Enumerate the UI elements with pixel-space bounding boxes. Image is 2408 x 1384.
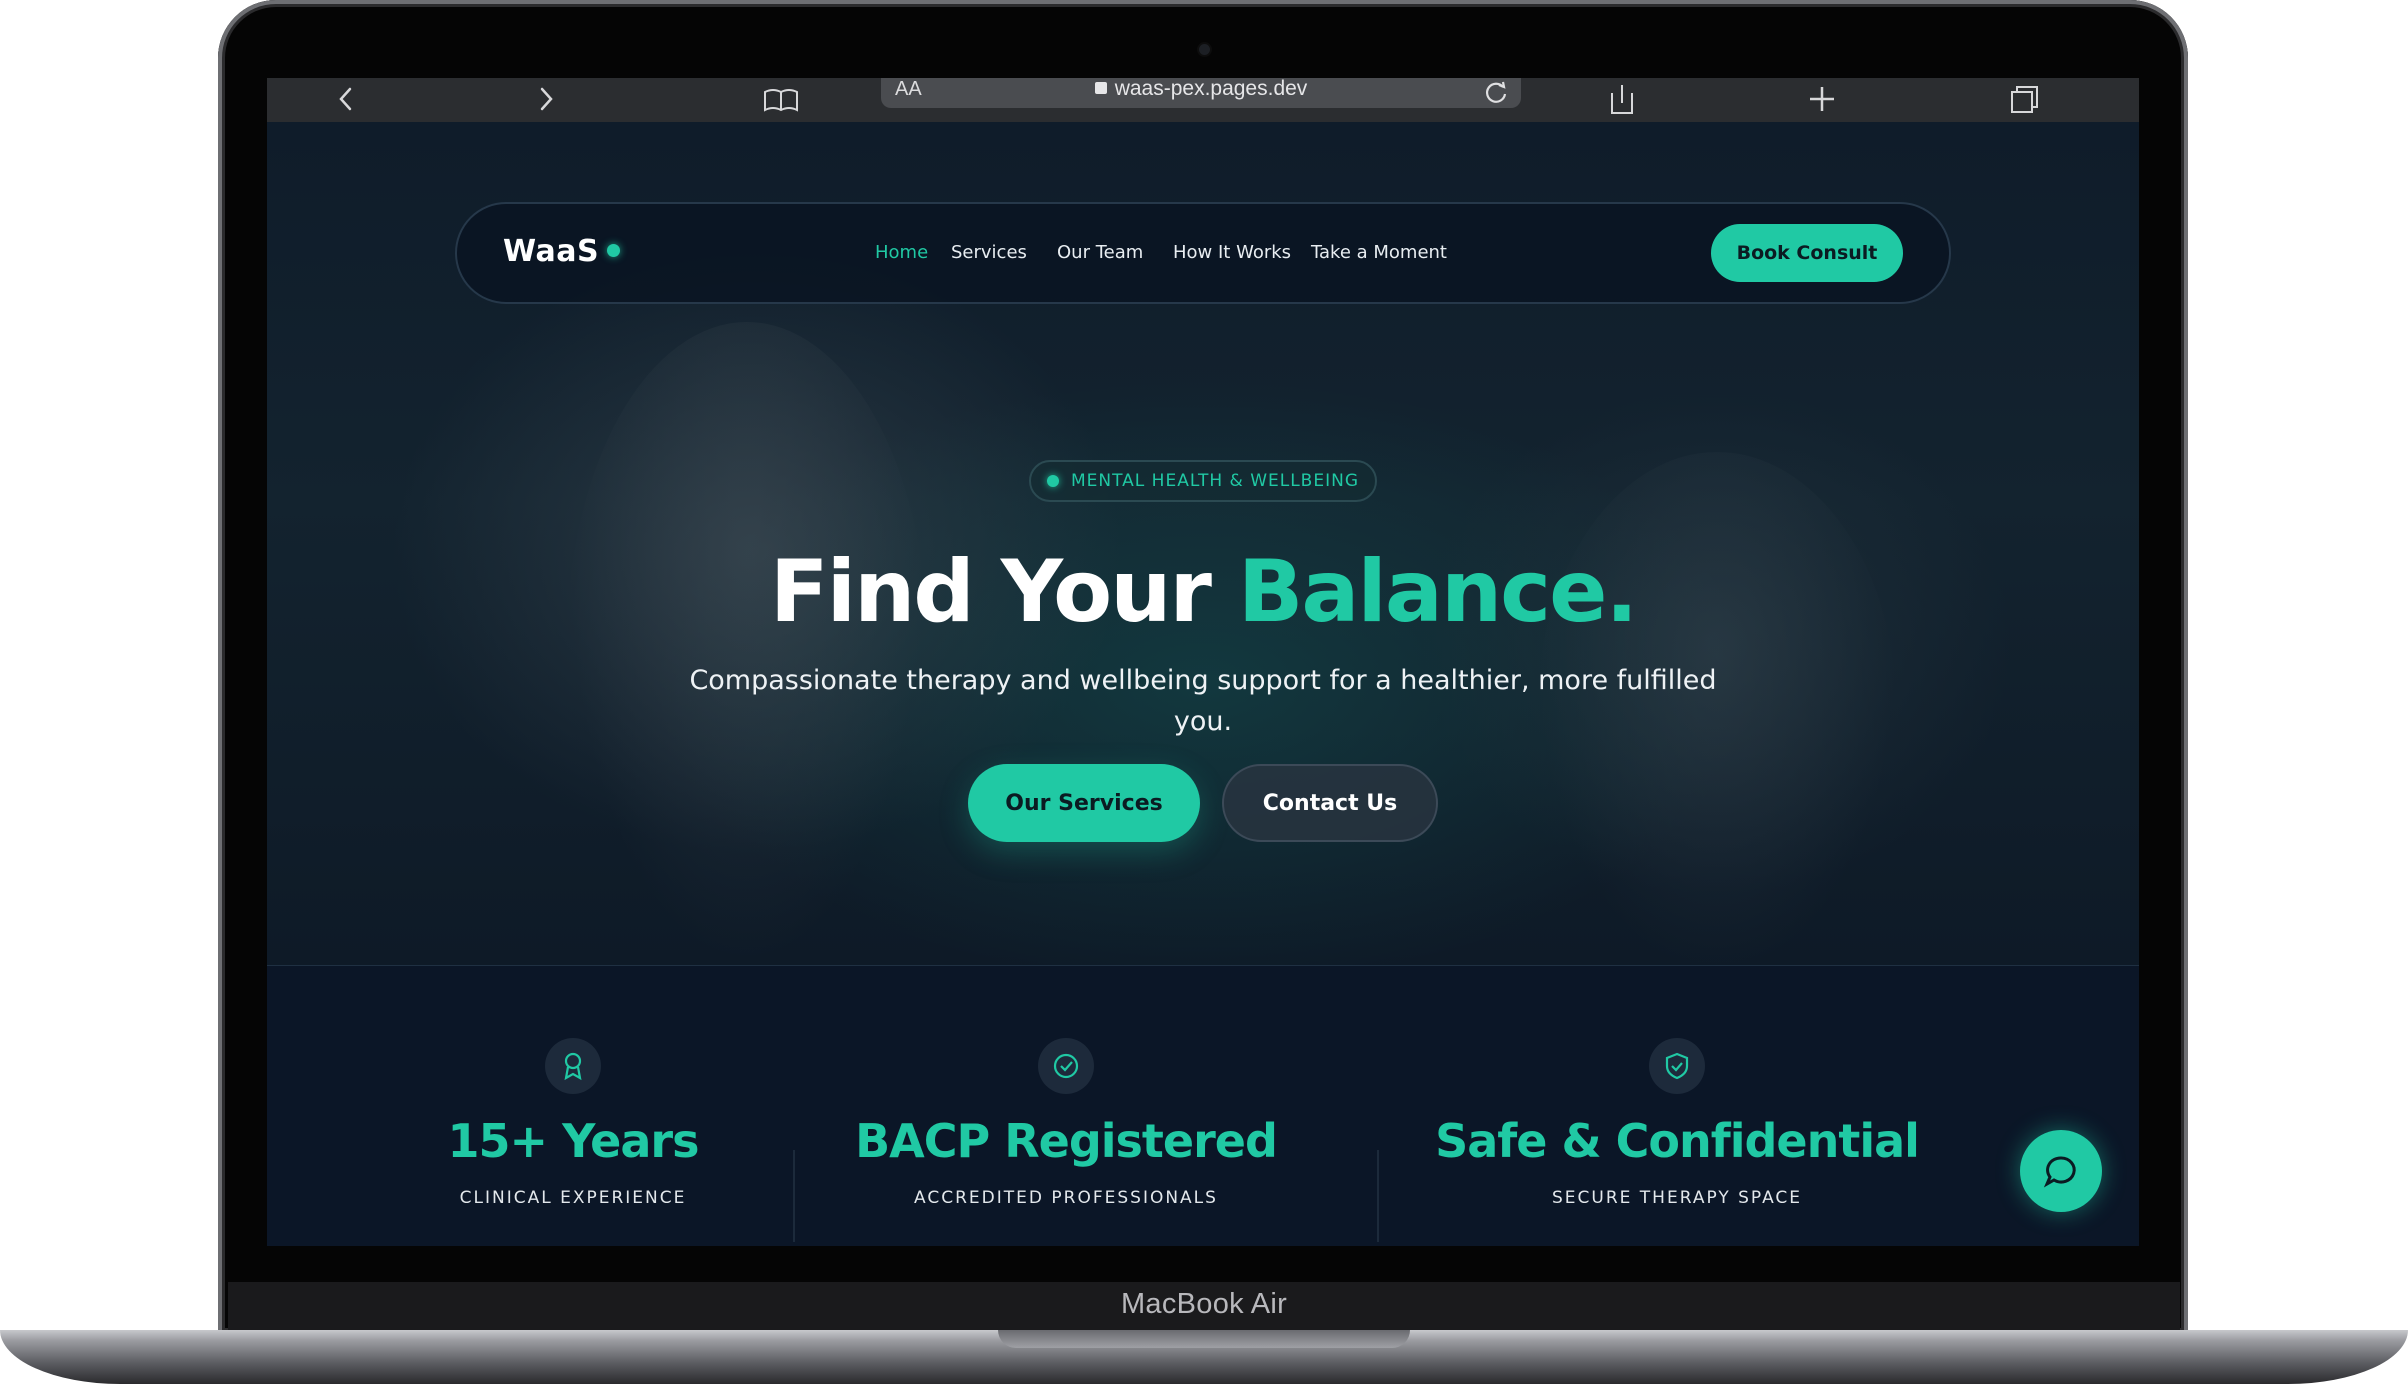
stat-label: CLINICAL EXPERIENCE — [459, 1188, 687, 1208]
hero-title-accent: Balance. — [1237, 542, 1638, 642]
nav-link-our-team[interactable]: Our Team — [1057, 242, 1143, 263]
award-icon — [545, 1038, 601, 1094]
share-icon[interactable] — [1607, 80, 1637, 118]
device-label: MacBook Air — [1120, 1288, 1288, 1320]
stat-divider — [1377, 1150, 1379, 1242]
screen: AA waas-pex.pages.dev WaaS Home Services… — [267, 78, 2139, 1246]
contact-us-button[interactable]: Contact Us — [1222, 764, 1438, 842]
hero-title: Find Your Balance. — [769, 542, 1638, 642]
stat-registered: BACP Registered ACCREDITED PROFESSIONALS — [786, 966, 1346, 1246]
book-consult-button[interactable]: Book Consult — [1711, 224, 1903, 282]
browser-toolbar: AA waas-pex.pages.dev — [267, 78, 2139, 122]
category-badge: MENTAL HEALTH & WELLBEING — [1029, 460, 1377, 502]
stat-label: ACCREDITED PROFESSIONALS — [914, 1188, 1218, 1208]
nav-link-services[interactable]: Services — [951, 242, 1027, 263]
stat-value: 15+ Years — [447, 1114, 700, 1168]
badge-dot-icon — [1046, 475, 1059, 487]
check-badge-icon — [1038, 1038, 1094, 1094]
chat-bubble-icon — [2043, 1156, 2076, 1188]
reload-icon[interactable] — [1483, 79, 1509, 109]
laptop-notch — [998, 1330, 1410, 1348]
nav-link-how-it-works[interactable]: How It Works — [1173, 242, 1291, 263]
hero-photo-person-left — [567, 322, 927, 962]
stat-value: Safe & Confidential — [1435, 1114, 1920, 1168]
lock-icon — [1094, 82, 1107, 94]
nav-link-take-a-moment[interactable]: Take a Moment — [1311, 242, 1447, 263]
shield-check-icon — [1649, 1038, 1705, 1094]
address-bar[interactable]: AA waas-pex.pages.dev — [881, 78, 1521, 108]
url-text: waas-pex.pages.dev — [1114, 78, 1308, 100]
chevron-left-icon[interactable] — [331, 80, 361, 118]
webcam — [1199, 44, 1210, 55]
badge-text: MENTAL HEALTH & WELLBEING — [1070, 471, 1359, 491]
book-icon[interactable] — [761, 80, 801, 118]
chat-button[interactable] — [2020, 1130, 2102, 1212]
navbar: WaaS Home Services Our Team How It Works… — [455, 202, 1951, 304]
chevron-right-icon[interactable] — [531, 80, 561, 118]
stat-value: BACP Registered — [855, 1114, 1278, 1168]
nav-link-home[interactable]: Home — [875, 242, 928, 263]
stats-section: 15+ Years CLINICAL EXPERIENCE BACP Regis… — [267, 966, 2139, 1246]
our-services-button[interactable]: Our Services — [968, 764, 1200, 842]
hero-subtitle: Compassionate therapy and wellbeing supp… — [689, 665, 1717, 737]
plus-icon[interactable] — [1807, 80, 1837, 118]
stat-experience: 15+ Years CLINICAL EXPERIENCE — [293, 966, 853, 1246]
hero-section: WaaS Home Services Our Team How It Works… — [267, 122, 2139, 972]
tabs-icon[interactable] — [2007, 80, 2041, 118]
stat-label: SECURE THERAPY SPACE — [1551, 1188, 1803, 1208]
stat-confidential: Safe & Confidential SECURE THERAPY SPACE — [1397, 966, 1957, 1246]
